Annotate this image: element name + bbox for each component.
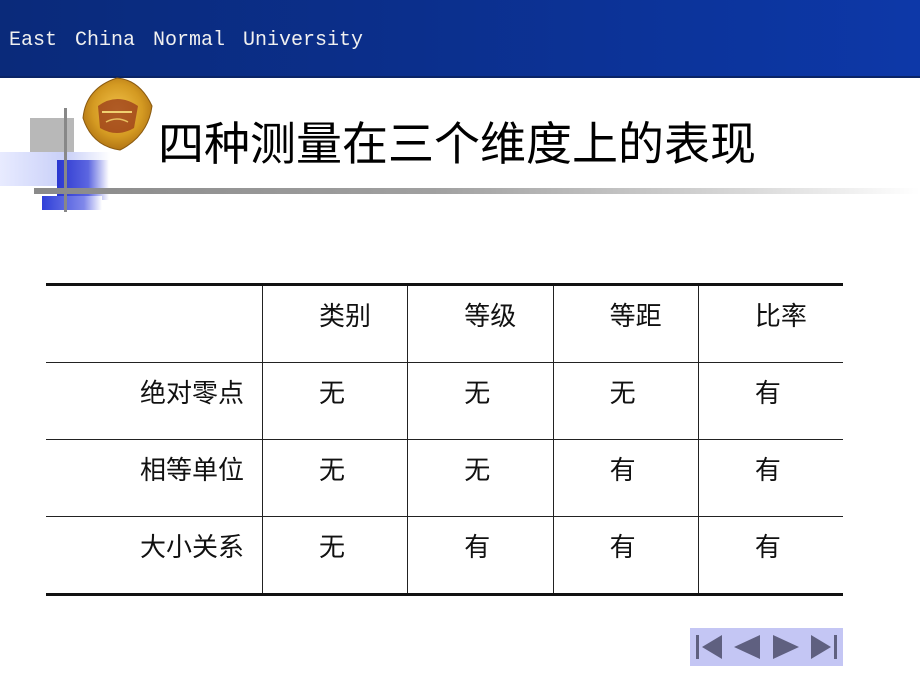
table-row: 绝对零点 无 无 无 有 <box>46 362 843 440</box>
header-corner-cell <box>46 283 263 363</box>
slide-title: 四种测量在三个维度上的表现 <box>158 117 756 171</box>
column-header: 等距 <box>552 283 699 363</box>
decor-vertical-line <box>64 108 67 212</box>
header-banner: East China Normal University <box>0 0 920 78</box>
title-divider <box>34 188 920 194</box>
table-cell: 无 <box>261 516 409 596</box>
row-label: 绝对零点 <box>46 362 263 440</box>
next-slide-icon[interactable] <box>771 632 801 662</box>
institution-name: East China Normal University <box>9 29 364 52</box>
decor-gray-square <box>30 118 74 156</box>
table-cell: 无 <box>261 439 409 517</box>
table-cell: 无 <box>261 362 409 440</box>
table-cell: 无 <box>407 362 554 440</box>
measurement-comparison-table: 类别 等级 等距 比率 绝对零点 无 无 无 有 相等单位 无 无 有 有 大小… <box>46 283 843 596</box>
table-cell: 有 <box>697 439 843 517</box>
row-label: 大小关系 <box>46 516 263 596</box>
column-header: 类别 <box>261 283 409 363</box>
last-slide-icon[interactable] <box>809 632 839 662</box>
decor-blue-bar-bottom <box>42 196 102 210</box>
first-slide-icon[interactable] <box>694 632 724 662</box>
previous-slide-icon[interactable] <box>732 632 762 662</box>
table-cell: 有 <box>552 516 699 596</box>
table-cell: 有 <box>552 439 699 517</box>
table-cell: 有 <box>697 362 843 440</box>
row-label: 相等单位 <box>46 439 263 517</box>
column-header: 比率 <box>697 283 843 363</box>
table-row: 相等单位 无 无 有 有 <box>46 439 843 517</box>
table-header-row: 类别 等级 等距 比率 <box>46 283 843 363</box>
university-emblem-icon <box>82 77 153 151</box>
table-cell: 有 <box>697 516 843 596</box>
table-cell: 无 <box>552 362 699 440</box>
table-cell: 无 <box>407 439 554 517</box>
slide-navigation-bar <box>690 628 843 666</box>
table-cell: 有 <box>407 516 554 596</box>
table-row: 大小关系 无 有 有 有 <box>46 516 843 596</box>
column-header: 等级 <box>407 283 554 363</box>
